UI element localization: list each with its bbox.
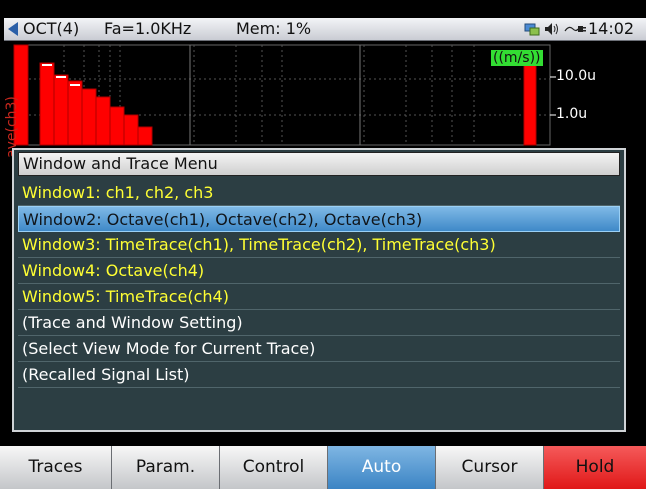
hold-button[interactable]: Hold — [544, 446, 646, 489]
menu-item-select-view-mode[interactable]: (Select View Mode for Current Trace) — [18, 336, 620, 362]
control-button[interactable]: Control — [220, 446, 328, 489]
window-trace-menu: Window and Trace Menu Window1: ch1, ch2,… — [12, 148, 626, 432]
octave-bar — [123, 114, 139, 146]
power-plug-icon — [564, 26, 586, 32]
auto-button[interactable]: Auto — [328, 446, 436, 489]
octave-bar — [53, 74, 69, 146]
menu-item-window4[interactable]: Window4: Octave(ch4) — [18, 258, 620, 284]
octave-bar — [95, 96, 111, 146]
menu-item-recalled-signal-list[interactable]: (Recalled Signal List) — [18, 362, 620, 388]
menu-item-trace-window-setting[interactable]: (Trace and Window Setting) — [18, 310, 620, 336]
network-icon — [524, 23, 540, 36]
softkey-bar: Traces Param. Control Auto Cursor Hold — [0, 446, 646, 489]
octave-bar — [109, 106, 125, 146]
octave-bar — [39, 62, 55, 146]
param-button[interactable]: Param. — [112, 446, 220, 489]
menu-item-window2[interactable]: Window2: Octave(ch1), Octave(ch2), Octav… — [18, 206, 620, 232]
y-tick-label: 10.0u — [556, 68, 597, 84]
status-bar: OCT(4) Fa=1.0KHz Mem: 1% 14:02 — [4, 18, 646, 41]
menu-title: Window and Trace Menu — [18, 152, 620, 176]
volume-icon — [545, 23, 558, 35]
menu-item-window5[interactable]: Window5: TimeTrace(ch4) — [18, 284, 620, 310]
traces-button[interactable]: Traces — [0, 446, 112, 489]
memory-usage: Mem: 1% — [236, 19, 312, 38]
sample-rate: Fa=1.0KHz — [104, 19, 192, 38]
y-tick-label: 1.0u — [556, 106, 588, 122]
overall-bar — [523, 60, 537, 146]
octave-bar — [137, 126, 153, 146]
octave-bar — [67, 80, 83, 146]
menu-item-window1[interactable]: Window1: ch1, ch2, ch3 — [18, 180, 620, 206]
cursor-button[interactable]: Cursor — [436, 446, 544, 489]
clock: 14:02 — [588, 19, 635, 38]
unit-label: ((m/s)) — [491, 50, 543, 66]
analysis-mode: OCT(4) — [23, 19, 80, 38]
menu-item-window3[interactable]: Window3: TimeTrace(ch1), TimeTrace(ch2),… — [18, 232, 620, 258]
octave-bar — [81, 88, 97, 146]
analyzer-screen: OCT(4) Fa=1.0KHz Mem: 1% 14:02 ave(ch3) … — [0, 0, 646, 489]
y-axis-label: ave(ch3) — [4, 96, 20, 158]
back-arrow-icon[interactable] — [6, 21, 20, 37]
